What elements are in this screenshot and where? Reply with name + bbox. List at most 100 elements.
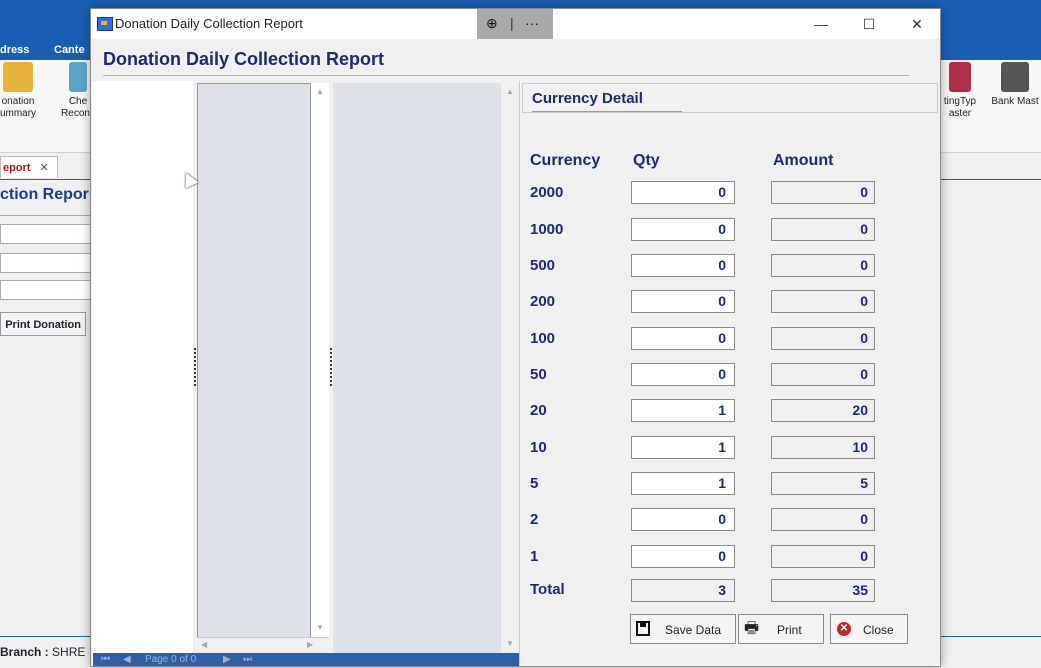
divider: [532, 111, 682, 112]
scroll-right-icon[interactable]: ▶: [307, 640, 313, 649]
amount-field-2: 0: [771, 508, 875, 531]
qty-input-2000[interactable]: 0: [631, 181, 735, 204]
previous-page-icon[interactable]: ◀: [123, 654, 131, 665]
close-icon: ✕: [837, 622, 851, 636]
to-field[interactable]: [0, 280, 92, 300]
zoom-in-icon[interactable]: ⊕: [486, 15, 498, 32]
qty-input-1000[interactable]: 0: [631, 218, 735, 241]
print-button[interactable]: 🖶 Print: [738, 614, 824, 644]
close-icon[interactable]: ✕: [40, 162, 49, 174]
ribbon-donation-summary[interactable]: onation ummary: [0, 62, 48, 120]
currency-label-200: 200: [530, 293, 556, 310]
divider: [0, 215, 90, 216]
scroll-left-icon[interactable]: ◀: [201, 640, 207, 649]
amount-field-2000: 0: [771, 181, 875, 204]
printer-icon: 🖶: [744, 620, 760, 637]
total-amount-field: 35: [771, 579, 875, 602]
app-window-icon: [97, 17, 113, 31]
separator: |: [510, 15, 514, 31]
column-header-amount: Amount: [773, 152, 834, 169]
date-field[interactable]: [0, 224, 92, 244]
report-navigation-bar: ⏮ ◀ Page 0 of 0 ▶ ⏭: [93, 653, 519, 666]
ribbon-label: Bank Mast: [991, 96, 1039, 107]
total-qty-field: 3: [631, 579, 735, 602]
dialog-titlebar[interactable]: Donation Daily Collection Report ⊕ | ···…: [91, 9, 940, 39]
column-header-currency: Currency: [530, 152, 601, 169]
amount-field-5: 5: [771, 472, 875, 495]
currency-label-1000: 1000: [530, 221, 564, 238]
more-options-button[interactable]: ···: [525, 15, 539, 31]
window-title: Donation Daily Collection Report: [115, 16, 303, 31]
amount-field-50: 0: [771, 363, 875, 386]
currency-label-2: 2: [530, 511, 539, 528]
next-page-icon[interactable]: ▶: [223, 654, 231, 665]
meeting-type-master-icon: [949, 62, 971, 92]
bank-icon: [1001, 62, 1029, 92]
currency-panel-header: Currency Detail: [522, 83, 938, 113]
print-donation-button[interactable]: Print Donation: [0, 312, 86, 336]
amount-field-10: 10: [771, 436, 875, 459]
currency-label-5: 5: [530, 475, 539, 492]
first-page-icon[interactable]: ⏮: [101, 654, 110, 665]
status-branch: Branch : SHRE: [0, 645, 85, 659]
ribbon-bank-master[interactable]: Bank Mast: [985, 62, 1041, 108]
close-window-button[interactable]: ✕: [897, 11, 937, 37]
total-label: Total: [530, 581, 565, 598]
vertical-scrollbar[interactable]: ▲ ▼: [311, 83, 329, 639]
amount-field-1000: 0: [771, 218, 875, 241]
qty-input-500[interactable]: 0: [631, 254, 735, 277]
currency-label-2000: 2000: [530, 184, 564, 201]
currency-label-1: 1: [530, 548, 539, 565]
currency-label-10: 10: [530, 439, 547, 456]
last-page-icon[interactable]: ⏭: [243, 654, 252, 665]
vertical-scrollbar[interactable]: ▲ ▼: [501, 83, 519, 661]
status-branch-value: SHRE: [52, 645, 86, 659]
close-label: Close: [863, 623, 894, 637]
close-button[interactable]: ✕ Close: [830, 614, 908, 644]
report-tree-pane: [92, 81, 193, 664]
qty-input-1[interactable]: 0: [631, 545, 735, 568]
tab-label: eport: [3, 162, 31, 174]
amount-field-100: 0: [771, 327, 875, 350]
report-preview-pane: [333, 83, 501, 661]
amount-field-1: 0: [771, 545, 875, 568]
minimize-button[interactable]: —: [801, 11, 841, 37]
currency-label-100: 100: [530, 330, 556, 347]
scroll-down-icon[interactable]: ▼: [316, 623, 324, 632]
qty-input-50[interactable]: 0: [631, 363, 735, 386]
currency-panel-title: Currency Detail: [532, 90, 643, 107]
print-label: Print: [777, 623, 802, 637]
qty-input-100[interactable]: 0: [631, 327, 735, 350]
amount-field-20: 20: [771, 399, 875, 422]
scroll-up-icon[interactable]: ▲: [316, 87, 324, 96]
splitter-handle[interactable]: [194, 348, 196, 386]
qty-input-200[interactable]: 0: [631, 290, 735, 313]
currency-label-50: 50: [530, 366, 547, 383]
scroll-up-icon[interactable]: ▲: [506, 87, 514, 96]
amount-field-200: 0: [771, 290, 875, 313]
report-dialog: Donation Daily Collection Report ⊕ | ···…: [90, 8, 941, 667]
currency-label-20: 20: [530, 402, 547, 419]
tab-report[interactable]: eport ✕: [0, 156, 58, 178]
maximize-button[interactable]: ☐: [849, 11, 889, 37]
zoom-toolbar: ⊕ | ···: [477, 9, 553, 39]
qty-input-20[interactable]: 1: [631, 399, 735, 422]
cheque-reconcile-icon: [69, 62, 87, 92]
horizontal-scrollbar[interactable]: ◀ ▶: [197, 637, 329, 652]
scroll-down-icon[interactable]: ▼: [506, 639, 514, 648]
status-branch-label: Branch :: [0, 645, 49, 659]
qty-input-5[interactable]: 1: [631, 472, 735, 495]
page-title: ction Repor: [0, 186, 89, 203]
menu-item-canteen[interactable]: Cante: [54, 44, 85, 56]
qty-input-10[interactable]: 1: [631, 436, 735, 459]
report-group-pane: [197, 83, 311, 639]
save-data-label: Save Data: [665, 623, 722, 637]
from-field[interactable]: [0, 253, 92, 273]
qty-input-2[interactable]: 0: [631, 508, 735, 531]
currency-detail-panel: Currency Detail Currency Qty Amount 2000…: [519, 81, 940, 666]
splitter-handle[interactable]: [330, 348, 332, 386]
menu-item-address[interactable]: dress: [0, 44, 29, 56]
page-indicator: Page 0 of 0: [145, 654, 197, 665]
save-icon: [636, 621, 650, 636]
save-data-button[interactable]: Save Data: [630, 614, 736, 644]
